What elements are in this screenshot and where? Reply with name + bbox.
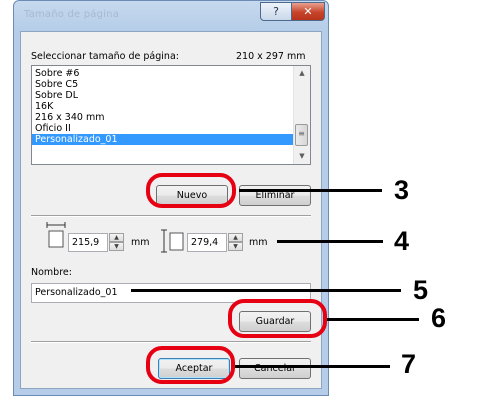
height-field[interactable]: 279,4	[187, 233, 227, 252]
width-stepper[interactable]: ▲ ▼	[109, 233, 124, 252]
width-down-icon[interactable]: ▼	[109, 242, 124, 251]
callout-ring-new	[146, 173, 236, 208]
height-up-icon[interactable]: ▲	[228, 233, 243, 242]
callout-ring-save	[228, 299, 327, 338]
list-item-selected[interactable]: Personalizado_01	[32, 134, 294, 145]
page-width-icon	[46, 222, 66, 248]
height-unit: mm	[249, 237, 268, 248]
scroll-up-icon[interactable]: ▲	[294, 66, 310, 81]
callout-number-7: 7	[401, 349, 417, 379]
width-up-icon[interactable]: ▲	[109, 233, 124, 242]
name-label: Nombre:	[31, 267, 72, 278]
list-item[interactable]: Sobre #6	[32, 68, 294, 79]
list-item[interactable]: 216 x 340 mm	[32, 112, 294, 123]
width-field[interactable]: 215,9	[68, 233, 108, 252]
divider	[31, 215, 311, 217]
callout-line-7	[235, 365, 390, 368]
page-height-icon	[161, 229, 184, 253]
divider	[31, 341, 311, 343]
close-button[interactable]: ✕	[291, 2, 325, 21]
callout-ring-ok	[146, 346, 235, 384]
callout-number-3: 3	[394, 175, 410, 205]
callout-line-3	[239, 189, 382, 192]
scroll-thumb[interactable]: ≡	[295, 124, 308, 146]
page-size-list[interactable]: Sobre #6 Sobre C5 Sobre DL 16K 216 x 340…	[31, 65, 311, 165]
callout-number-5: 5	[413, 275, 429, 305]
scroll-down-icon[interactable]: ▼	[294, 149, 310, 164]
page-size-label: Seleccionar tamaño de página:	[31, 51, 179, 62]
callout-number-4: 4	[394, 226, 410, 256]
dialog-title: Tamaño de página	[24, 9, 120, 20]
height-down-icon[interactable]: ▼	[228, 242, 243, 251]
list-item[interactable]: Sobre DL	[32, 90, 294, 101]
page-size-dimensions: 210 x 297 mm	[236, 51, 306, 62]
callout-number-6: 6	[431, 303, 447, 333]
list-item[interactable]: Oficio II	[32, 123, 294, 134]
list-scrollbar[interactable]: ▲ ≡ ▼	[293, 66, 310, 164]
width-unit: mm	[131, 237, 150, 248]
list-item[interactable]: Sobre C5	[32, 79, 294, 90]
help-button[interactable]: ?	[260, 2, 292, 21]
callout-line-5	[131, 289, 401, 292]
cancel-button[interactable]: Cancelar	[239, 358, 311, 379]
callout-line-6	[327, 318, 419, 321]
callout-line-4	[277, 240, 383, 243]
height-stepper[interactable]: ▲ ▼	[228, 233, 243, 252]
list-item[interactable]: 16K	[32, 101, 294, 112]
